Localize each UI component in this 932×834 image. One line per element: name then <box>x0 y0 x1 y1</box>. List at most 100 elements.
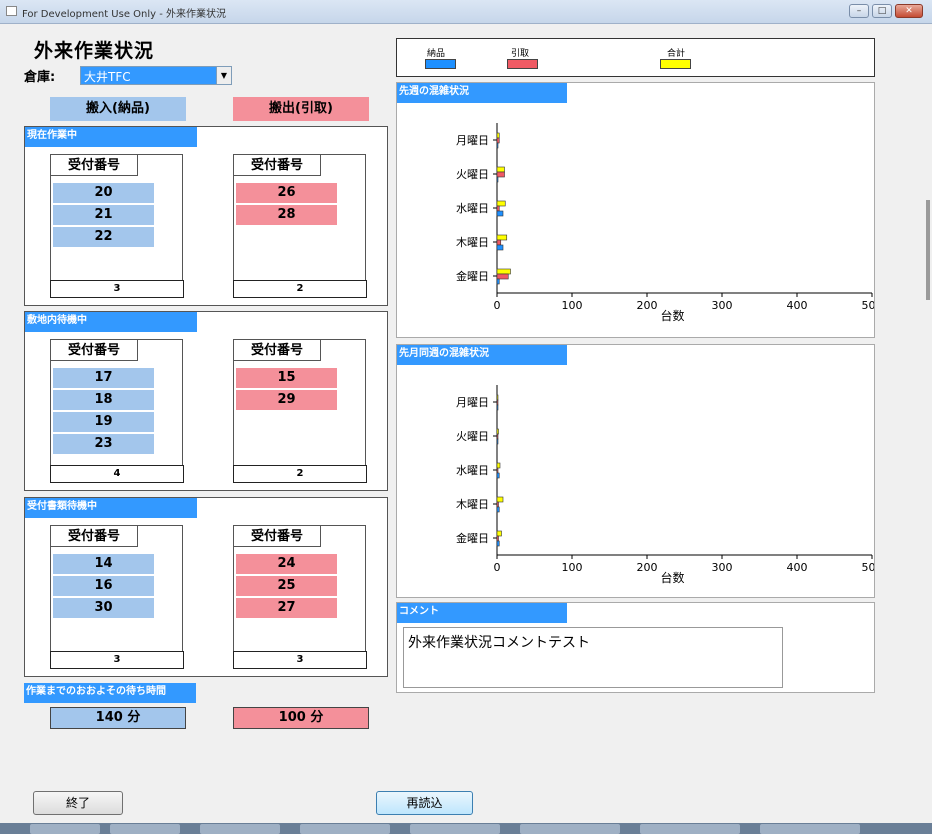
bar-納品 <box>496 540 500 547</box>
taskbar-item[interactable] <box>640 824 740 834</box>
exit-button[interactable]: 終了 <box>33 791 123 815</box>
x-tick-label: 200 <box>637 299 658 312</box>
bar-引取 <box>496 501 499 508</box>
taskbar <box>0 823 932 834</box>
x-tick-label: 0 <box>494 561 501 574</box>
x-tick-label: 300 <box>712 561 733 574</box>
group-document-waiting: 受付書類待機中 受付番号 14 16 30 3 受付番号 24 25 27 3 <box>24 497 388 677</box>
bar-引取 <box>496 467 499 474</box>
x-axis-label: 台数 <box>660 308 684 323</box>
chevron-down-icon[interactable]: ▼ <box>216 67 231 84</box>
list-item[interactable]: 23 <box>53 434 154 454</box>
bar-引取 <box>496 171 505 178</box>
x-tick-label: 300 <box>712 299 733 312</box>
list-in[interactable]: 受付番号 20 21 22 <box>50 154 183 288</box>
count-out: 2 <box>233 280 367 298</box>
taskbar-item[interactable] <box>30 824 100 834</box>
list-item[interactable]: 17 <box>53 368 154 388</box>
taskbar-item[interactable] <box>410 824 500 834</box>
bar-合計 <box>496 428 499 435</box>
x-tick-label: 400 <box>787 299 808 312</box>
comment-title: コメント <box>397 603 567 623</box>
bar-納品 <box>496 278 500 285</box>
reload-button[interactable]: 再読込 <box>376 791 473 815</box>
column-header-in: 搬入(納品) <box>50 97 186 121</box>
bar-引取 <box>496 273 509 280</box>
warehouse-selected-value: 大井TFC <box>84 70 131 84</box>
taskbar-item[interactable] <box>760 824 860 834</box>
legend-label: 納品 <box>427 49 446 59</box>
list-in[interactable]: 受付番号 17 18 19 23 <box>50 339 183 473</box>
maximize-button[interactable]: □ <box>872 4 892 18</box>
bar-合計 <box>496 132 500 139</box>
window-title-bar[interactable]: For Development Use Only - 外来作業状況 – □ ✕ <box>0 0 932 24</box>
list-item[interactable]: 25 <box>236 576 337 596</box>
count-in: 3 <box>50 651 184 669</box>
bar-納品 <box>496 472 500 479</box>
x-tick-label: 400 <box>787 561 808 574</box>
list-out[interactable]: 受付番号 26 28 <box>233 154 366 288</box>
list-item[interactable]: 29 <box>236 390 337 410</box>
list-item[interactable]: 24 <box>236 554 337 574</box>
legend-swatch <box>507 59 538 69</box>
warehouse-select[interactable]: 大井TFC ▼ <box>80 66 232 85</box>
list-out[interactable]: 受付番号 15 29 <box>233 339 366 473</box>
bar-納品 <box>496 210 504 217</box>
bar-引取 <box>496 239 502 246</box>
legend-label: 合計 <box>667 49 686 59</box>
y-tick-label: 火曜日 <box>456 168 489 181</box>
list-header: 受付番号 <box>50 339 138 361</box>
bar-引取 <box>496 205 500 212</box>
bar-合計 <box>496 530 502 537</box>
bar-合計 <box>496 496 504 503</box>
list-item[interactable]: 18 <box>53 390 154 410</box>
x-tick-label: 200 <box>637 561 658 574</box>
minimize-button[interactable]: – <box>849 4 869 18</box>
bar-引取 <box>496 433 499 440</box>
close-button[interactable]: ✕ <box>895 4 923 18</box>
list-item[interactable]: 28 <box>236 205 337 225</box>
chart-last-month: 月曜日火曜日水曜日木曜日金曜日 0 100 200 300 400 500 台数 <box>456 385 875 585</box>
list-item[interactable]: 22 <box>53 227 154 247</box>
bar-合計 <box>496 462 501 469</box>
chart-panel-last-month: 先月同週の混雑状況 月曜日 火曜日 水曜日 木曜日 金曜日 0 100 200 300 400 50… <box>396 344 875 598</box>
chart-last-week: 月曜日火曜日水曜日木曜日金曜日 0 100 200 300 400 500 台数 <box>456 123 874 323</box>
list-header: 受付番号 <box>50 525 138 547</box>
chart-panel-last-week: 先週の混雑状況 月曜日火曜日水曜日木曜日金曜日0100200300400500台… <box>396 82 875 338</box>
list-in[interactable]: 受付番号 14 16 30 <box>50 525 183 659</box>
y-tick-label: 月曜日 <box>456 134 489 147</box>
comment-panel: コメント 外来作業状況コメントテスト <box>396 602 875 693</box>
x-tick-label: 500 <box>862 561 875 574</box>
taskbar-item[interactable] <box>300 824 390 834</box>
list-item[interactable]: 15 <box>236 368 337 388</box>
list-item[interactable]: 26 <box>236 183 337 203</box>
taskbar-item[interactable] <box>110 824 180 834</box>
list-out[interactable]: 受付番号 24 25 27 <box>233 525 366 659</box>
taskbar-item[interactable] <box>520 824 620 834</box>
list-item[interactable]: 21 <box>53 205 154 225</box>
list-item[interactable]: 14 <box>53 554 154 574</box>
list-item[interactable]: 16 <box>53 576 154 596</box>
comment-textbox[interactable]: 外来作業状況コメントテスト <box>403 627 783 688</box>
list-item[interactable]: 27 <box>236 598 337 618</box>
warehouse-label: 倉庫: <box>24 70 56 85</box>
taskbar-item[interactable] <box>200 824 280 834</box>
scrollbar[interactable] <box>926 200 930 300</box>
legend-label: 引取 <box>511 49 530 59</box>
group-title: 敷地内待機中 <box>25 312 197 332</box>
y-tick-label: 木曜日 <box>456 236 489 249</box>
bar-合計 <box>496 200 506 207</box>
list-item[interactable]: 19 <box>53 412 154 432</box>
bar-納品 <box>496 142 499 149</box>
bar-引取 <box>496 535 499 542</box>
bar-納品 <box>496 176 499 183</box>
group-title: 受付書類待機中 <box>25 498 197 518</box>
bar-合計 <box>496 234 508 241</box>
list-item[interactable]: 30 <box>53 598 154 618</box>
wait-time-out: 100 分 <box>233 707 369 729</box>
legend-swatch <box>425 59 456 69</box>
list-item[interactable]: 20 <box>53 183 154 203</box>
y-tick-label: 金曜日 <box>456 269 489 283</box>
window-title: For Development Use Only - 外来作業状況 <box>22 9 227 20</box>
x-tick-label: 0 <box>494 299 501 312</box>
